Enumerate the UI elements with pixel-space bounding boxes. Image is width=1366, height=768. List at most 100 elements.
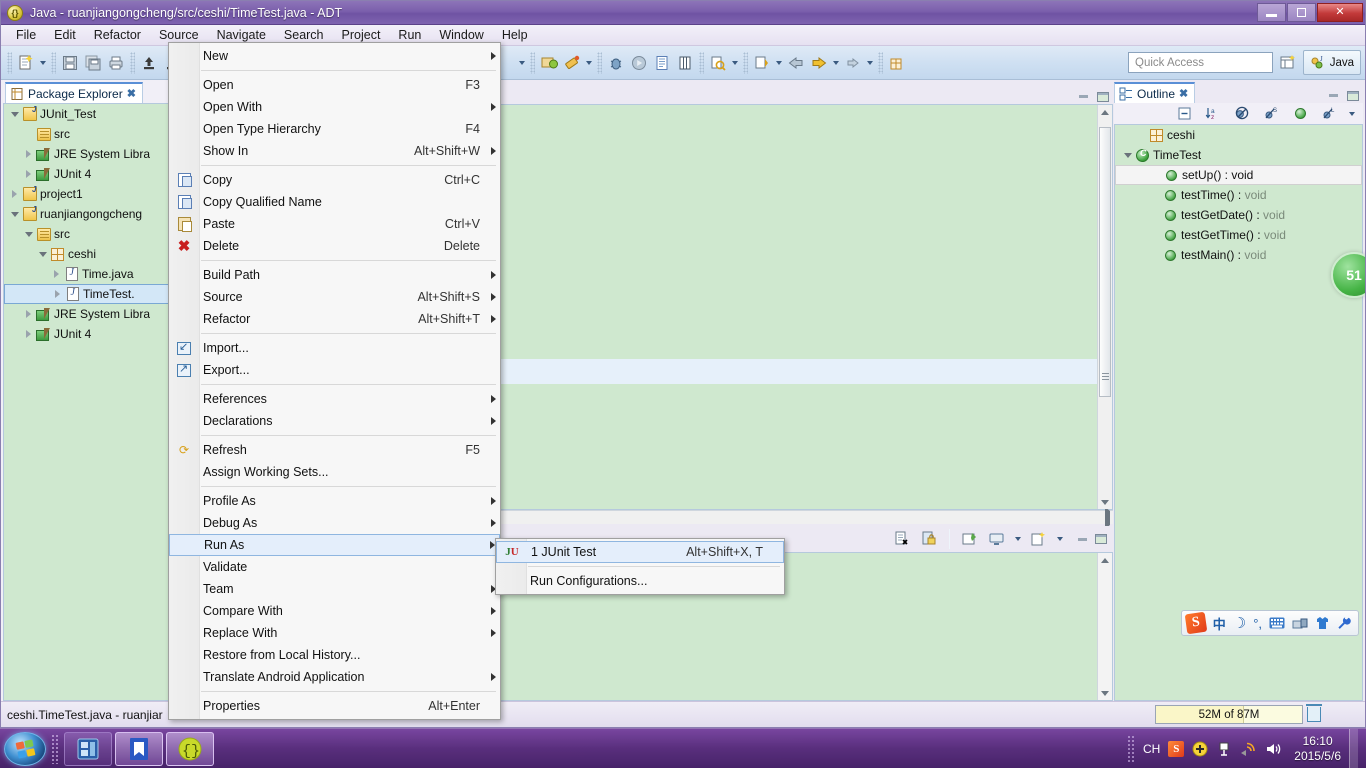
- heap-monitor[interactable]: 52M of 87M: [1155, 705, 1303, 724]
- settings-icon[interactable]: [1337, 616, 1351, 630]
- menu-item-profile-as[interactable]: Profile As: [169, 490, 500, 512]
- package-explorer-tree[interactable]: JUnit_Testsrc JRE System Libra JUnit 4 proj…: [3, 103, 180, 701]
- menu-item-open-type-hierarchy[interactable]: Open Type Hierarchy F4: [169, 118, 500, 140]
- open-task-icon[interactable]: [674, 51, 696, 75]
- menu-item-1-junit-test[interactable]: JU 1 JUnit Test Alt+Shift+X, T: [496, 541, 784, 563]
- menu-item-source[interactable]: Source Alt+Shift+S: [169, 286, 500, 308]
- perspective-java-button[interactable]: J Java: [1302, 50, 1361, 75]
- minimize-icon[interactable]: [1327, 90, 1340, 101]
- hide-static-icon[interactable]: S: [1260, 102, 1282, 126]
- menu-item-assign-working-sets[interactable]: Assign Working Sets...: [169, 461, 500, 483]
- display-selected-console-icon[interactable]: [986, 527, 1008, 551]
- show-desktop-button[interactable]: [1349, 728, 1358, 768]
- soft-keyboard-icon[interactable]: [1269, 617, 1285, 629]
- menu-refactor[interactable]: Refactor: [85, 26, 150, 44]
- update-icon[interactable]: [1192, 741, 1208, 757]
- outline-item-ceshi[interactable]: ceshi: [1115, 125, 1362, 145]
- menu-item-properties[interactable]: Properties Alt+Enter: [169, 695, 500, 717]
- garbage-collect-icon[interactable]: [1306, 704, 1322, 722]
- forward-icon[interactable]: [808, 51, 830, 75]
- word-task[interactable]: [115, 731, 163, 766]
- package-explorer-item-junit-4[interactable]: JUnit 4: [4, 324, 179, 344]
- sogou-logo-icon[interactable]: S: [1184, 611, 1208, 635]
- open-type-icon[interactable]: [651, 51, 673, 75]
- view-menu-icon[interactable]: [1347, 102, 1357, 126]
- scrollbar-thumb[interactable]: [1099, 127, 1111, 397]
- maximize-icon[interactable]: [1096, 91, 1109, 102]
- new-wizard-icon[interactable]: [15, 51, 37, 75]
- search-dropdown-icon[interactable]: [730, 51, 740, 75]
- menu-item-restore-from-local-history[interactable]: Restore from Local History...: [169, 644, 500, 666]
- volume-icon[interactable]: [1265, 741, 1282, 757]
- lock-scroll-icon[interactable]: [918, 527, 940, 551]
- android-sdk-manager-icon[interactable]: [538, 51, 560, 75]
- remove-all-terminated-icon[interactable]: [891, 527, 913, 551]
- chevron-right-icon[interactable]: [51, 290, 64, 298]
- moon-icon[interactable]: ☽: [1233, 614, 1246, 632]
- package-explorer-item-src[interactable]: src: [4, 124, 179, 144]
- menu-item-team[interactable]: Team: [169, 578, 500, 600]
- taskbar-grip[interactable]: [51, 733, 59, 764]
- search-icon[interactable]: [707, 51, 729, 75]
- close-icon[interactable]: ✖: [127, 87, 136, 100]
- scroll-down-icon[interactable]: [1098, 495, 1111, 509]
- package-explorer-item-junit-4[interactable]: JUnit 4: [4, 164, 179, 184]
- menu-item-export[interactable]: Export...: [169, 359, 500, 381]
- open-console-icon[interactable]: [1028, 527, 1050, 551]
- avd-dropdown-icon[interactable]: [584, 51, 594, 75]
- forward-dropdown-icon[interactable]: [831, 51, 841, 75]
- scroll-up-icon[interactable]: [1098, 105, 1111, 119]
- tray-grip[interactable]: [1126, 734, 1135, 763]
- outline-item-testgettime[interactable]: testGetTime() : void: [1115, 225, 1362, 245]
- console-vertical-scrollbar[interactable]: [1097, 553, 1112, 700]
- sogou-tray-icon[interactable]: S: [1168, 740, 1185, 757]
- menu-item-paste[interactable]: Paste Ctrl+V: [169, 213, 500, 235]
- menu-item-open[interactable]: Open F3: [169, 74, 500, 96]
- close-icon[interactable]: ✖: [1179, 87, 1188, 100]
- outline-item-testtime[interactable]: testTime() : void: [1115, 185, 1362, 205]
- menu-item-new[interactable]: New: [169, 45, 500, 67]
- package-explorer-item-ceshi[interactable]: ceshi: [4, 244, 179, 264]
- usb-icon[interactable]: [1216, 741, 1232, 757]
- back-icon[interactable]: [785, 51, 807, 75]
- chevron-down-icon[interactable]: [36, 252, 49, 257]
- tab-package-explorer[interactable]: Package Explorer ✖: [5, 82, 143, 103]
- open-perspective-icon[interactable]: [1278, 50, 1300, 75]
- package-explorer-item-ruanjiangongcheng[interactable]: ruanjiangongcheng: [4, 204, 179, 224]
- menu-file[interactable]: File: [7, 26, 45, 44]
- run-as-submenu[interactable]: JU 1 JUnit Test Alt+Shift+X, T Run Configur…: [495, 538, 785, 595]
- menu-item-declarations[interactable]: Declarations: [169, 410, 500, 432]
- chevron-down-icon[interactable]: [22, 232, 35, 237]
- outline-item-timetest[interactable]: TimeTest: [1115, 145, 1362, 165]
- language-indicator[interactable]: CH: [1143, 742, 1160, 756]
- close-window-button[interactable]: ✕: [1317, 3, 1363, 22]
- scroll-right-icon[interactable]: [1105, 511, 1110, 525]
- hide-non-public-icon[interactable]: [1289, 102, 1311, 126]
- display-selected-dropdown-icon[interactable]: [1013, 527, 1023, 551]
- new-java-package-icon[interactable]: [886, 51, 908, 75]
- maximize-icon[interactable]: [1346, 90, 1359, 101]
- quick-access-input[interactable]: Quick Access: [1128, 52, 1273, 73]
- package-explorer-item-src[interactable]: src: [4, 224, 179, 244]
- chinese-mode-icon[interactable]: 中: [1213, 614, 1226, 633]
- package-explorer-item-project1[interactable]: project1: [4, 184, 179, 204]
- package-explorer-item-time-java[interactable]: Time.java: [4, 264, 179, 284]
- forward-nav-icon[interactable]: [842, 51, 864, 75]
- export-icon[interactable]: [138, 51, 160, 75]
- context-menu[interactable]: New Open F3 Open With Open Type Hierarchy F4 S…: [168, 42, 501, 720]
- menu-item-validate[interactable]: Validate: [169, 556, 500, 578]
- collapse-all-icon[interactable]: [1173, 102, 1195, 126]
- run-history-dropdown-icon[interactable]: [517, 51, 527, 75]
- android-avd-manager-icon[interactable]: [561, 51, 583, 75]
- chevron-right-icon[interactable]: [22, 330, 35, 338]
- toolbox-icon[interactable]: [1292, 617, 1308, 630]
- menu-item-run-configurations[interactable]: Run Configurations...: [496, 570, 784, 592]
- menu-item-open-with[interactable]: Open With: [169, 96, 500, 118]
- chevron-right-icon[interactable]: [22, 170, 35, 178]
- media-player-task[interactable]: [64, 731, 112, 766]
- new-console-view-icon[interactable]: [959, 527, 981, 551]
- menu-edit[interactable]: Edit: [45, 26, 85, 44]
- editor-vertical-scrollbar[interactable]: [1097, 105, 1112, 509]
- tab-outline[interactable]: Outline ✖: [1114, 82, 1196, 103]
- chevron-down-icon[interactable]: [1121, 153, 1134, 158]
